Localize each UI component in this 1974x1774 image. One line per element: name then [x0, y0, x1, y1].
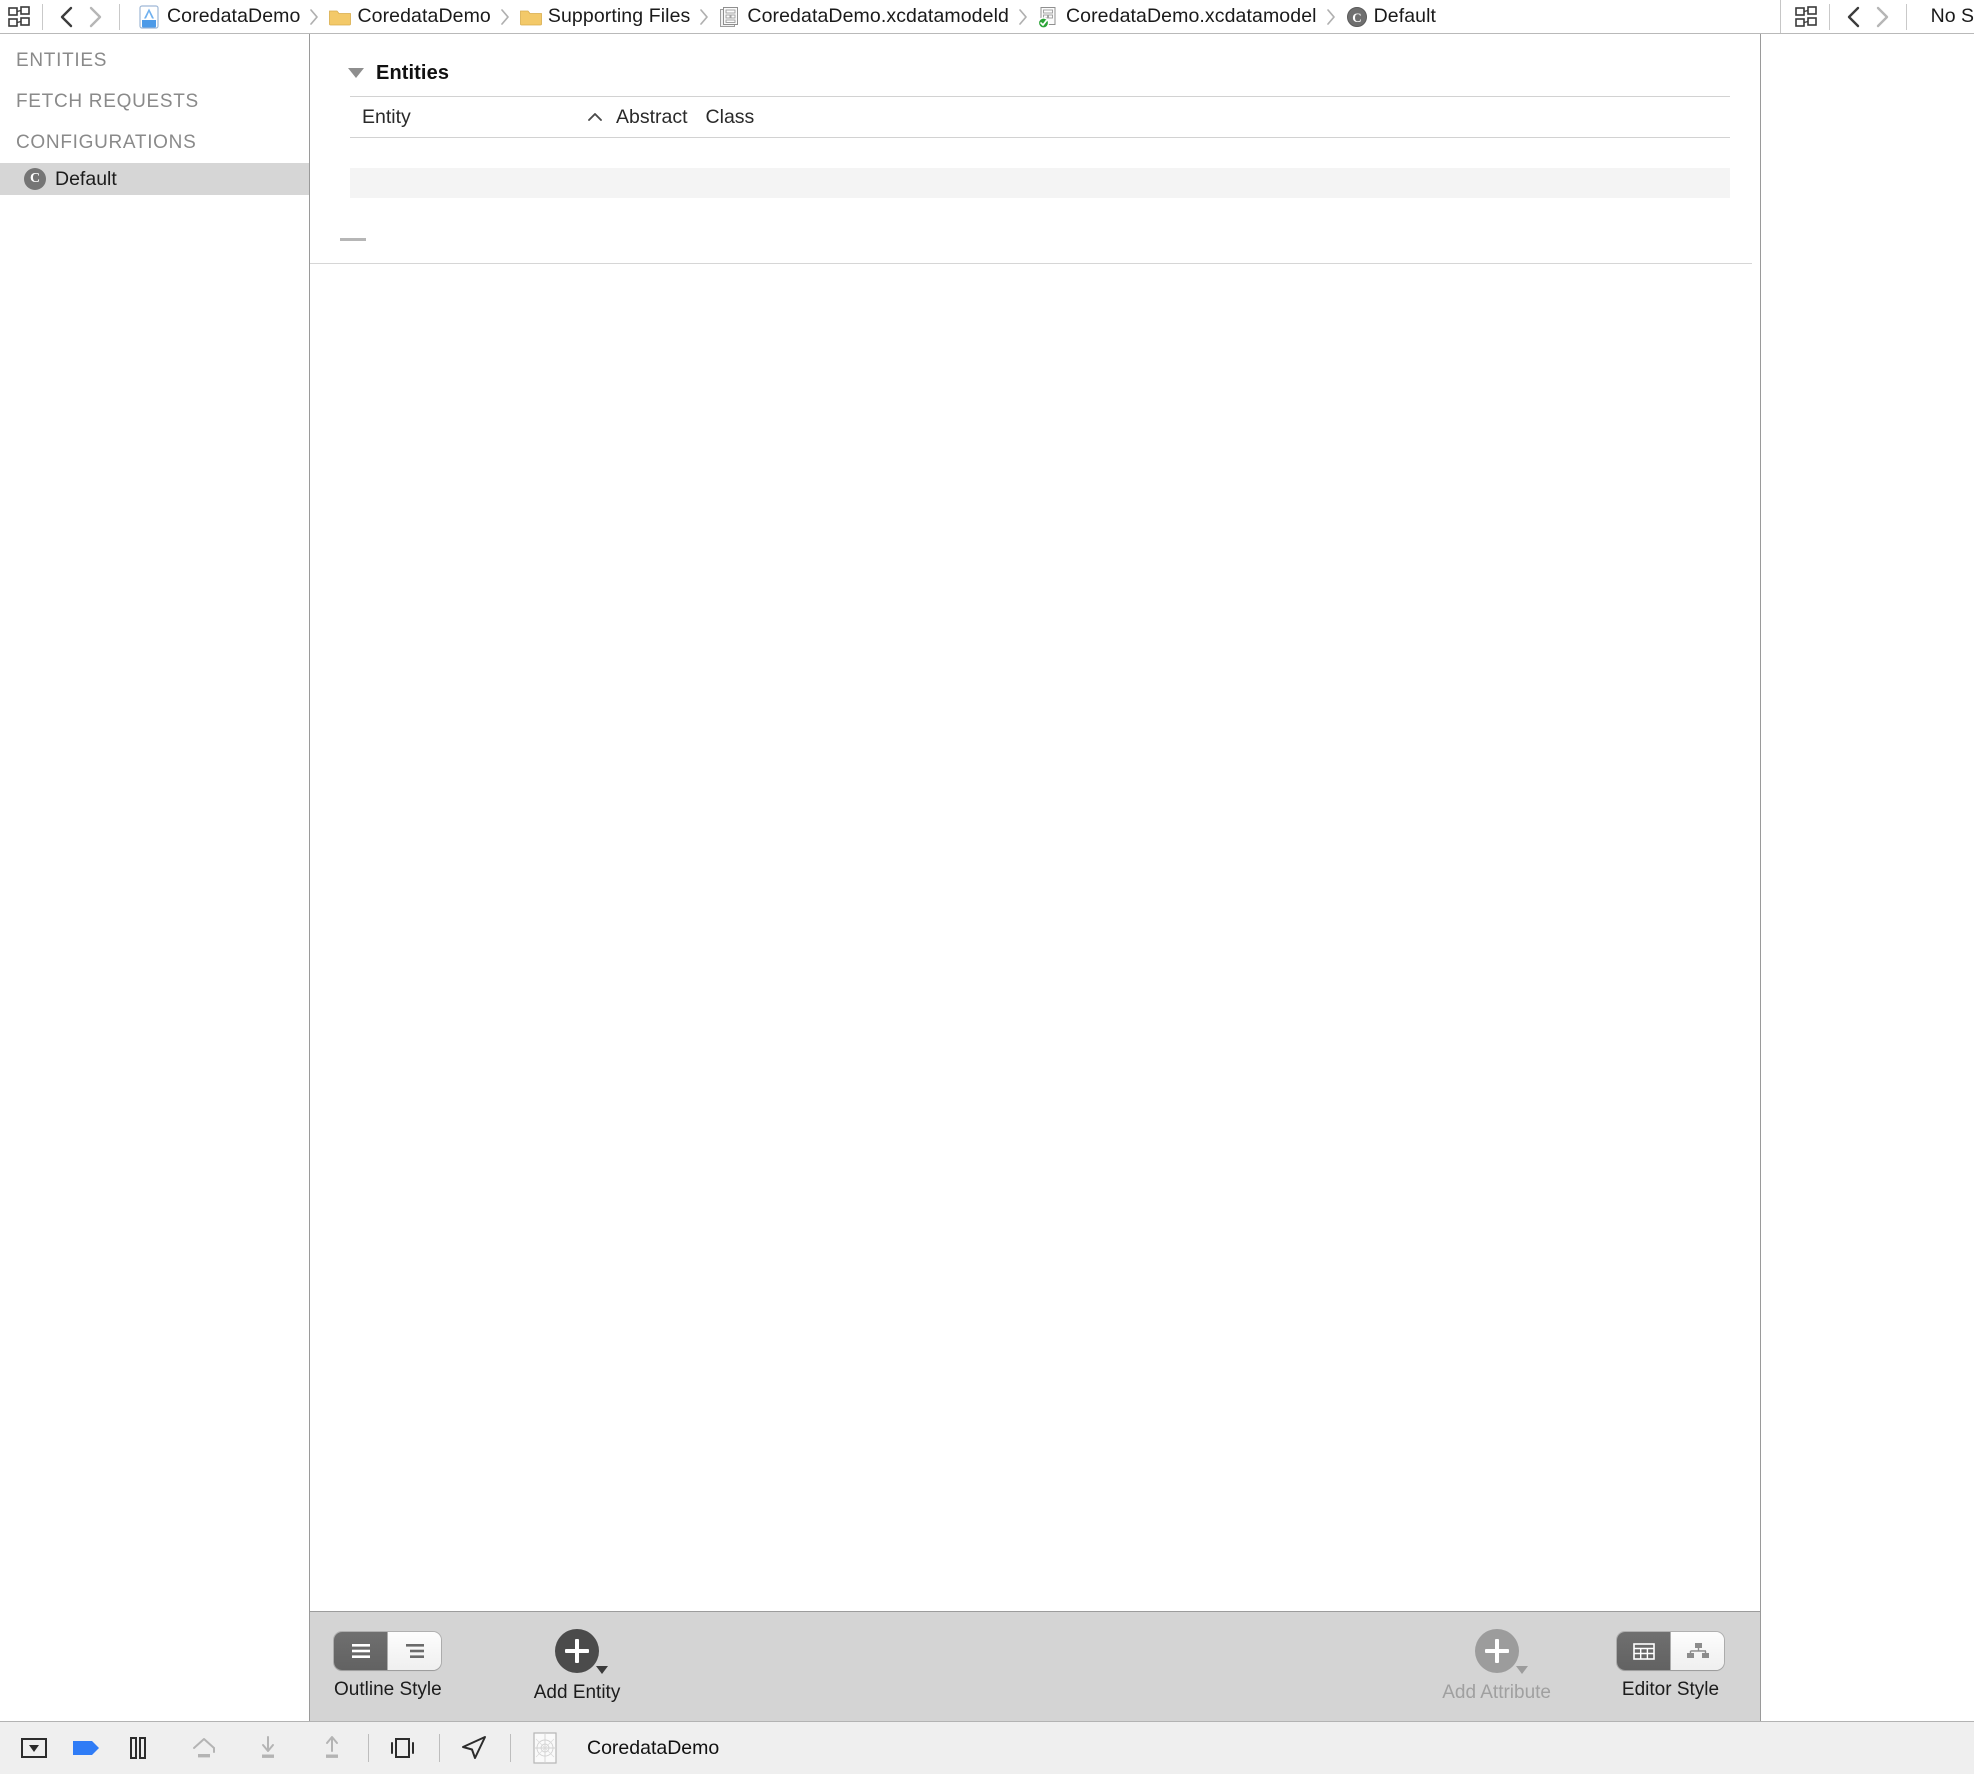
breadcrumb-item-default-configuration[interactable]: C Default: [1345, 0, 1437, 33]
entities-group-title: Entities: [376, 61, 450, 84]
back-button[interactable]: [53, 4, 81, 30]
hide-debug-area-icon[interactable]: [14, 1731, 54, 1765]
add-entity-label: Add Entity: [533, 1682, 621, 1703]
simulate-location-icon[interactable]: [454, 1731, 494, 1765]
breadcrumb-item-datamodel[interactable]: CoredataDemo.xcdatamodel: [1037, 0, 1317, 33]
section-resize-handle-icon[interactable]: [340, 238, 366, 241]
outline-item-label: Default: [55, 167, 117, 190]
chevron-down-icon[interactable]: [1515, 1666, 1528, 1674]
add-entity-control: Add Entity: [533, 1629, 621, 1704]
table-row[interactable]: [350, 168, 1730, 198]
related-items-icon[interactable]: [1794, 5, 1819, 28]
process-label: CoredataDemo: [587, 1736, 720, 1759]
entities-group-header[interactable]: Entities: [310, 50, 1760, 96]
add-attribute-label: Add Attribute: [1442, 1682, 1551, 1703]
jump-bar-divider-1: [42, 3, 43, 30]
breadcrumb-label: CoredataDemo.xcdatamodel: [1065, 5, 1317, 27]
outline-style-label: Outline Style: [334, 1679, 442, 1700]
configuration-icon: C: [24, 168, 46, 190]
editor-style-segmented-control[interactable]: [1617, 1632, 1724, 1670]
editor-style-label: Editor Style: [1621, 1679, 1720, 1700]
debug-bar-divider-2: [439, 1734, 440, 1762]
folder-icon: [328, 5, 352, 29]
jump-bar-divider-2: [119, 3, 120, 30]
section-divider: [310, 263, 1752, 264]
breadcrumb: CoredataDemo CoredataDemo Supporting Fil…: [138, 0, 1436, 33]
assistant-jump-bar: No S: [1779, 0, 1974, 33]
step-over-icon[interactable]: [184, 1731, 224, 1765]
plus-circle-icon[interactable]: [555, 1629, 600, 1673]
main-body: ENTITIES FETCH REQUESTS CONFIGURATIONS C…: [0, 34, 1974, 1721]
assistant-status-label: No S: [1930, 5, 1974, 27]
table-editor-icon[interactable]: [1617, 1632, 1670, 1670]
jump-bar: CoredataDemo CoredataDemo Supporting Fil…: [0, 0, 1974, 34]
add-attribute-button[interactable]: [1474, 1629, 1528, 1674]
assistant-jump-bar-divider-2: [1905, 3, 1907, 30]
table-row[interactable]: [350, 138, 1730, 168]
folder-icon: [519, 5, 542, 29]
breadcrumb-item-group[interactable]: CoredataDemo: [328, 0, 491, 33]
entities-table-header: Entity Abstract Class: [350, 96, 1730, 138]
outline-section-configurations[interactable]: CONFIGURATIONS: [0, 122, 309, 163]
assistant-forward-button[interactable]: [1868, 4, 1896, 30]
editor-style-control: Editor Style: [1617, 1632, 1724, 1701]
breadcrumb-label: CoredataDemo: [167, 5, 301, 27]
outline-style-control: Outline Style: [334, 1632, 442, 1701]
debug-bar-divider-3: [510, 1734, 511, 1762]
breadcrumb-label: Default: [1373, 5, 1437, 27]
chevron-down-icon[interactable]: [596, 1666, 609, 1674]
outline-section-entities[interactable]: ENTITIES: [0, 40, 309, 81]
breadcrumb-separator: [1018, 7, 1028, 27]
activate-breakpoints-icon[interactable]: [66, 1731, 106, 1765]
step-out-icon[interactable]: [312, 1731, 352, 1765]
breadcrumb-separator: [1326, 7, 1336, 27]
process-thumbnail-icon: [525, 1731, 565, 1765]
entities-table: Entity Abstract Class: [310, 96, 1760, 198]
datamodeld-icon: [718, 5, 740, 29]
breadcrumb-separator: [500, 7, 510, 27]
model-outline-sidebar: ENTITIES FETCH REQUESTS CONFIGURATIONS C…: [0, 34, 310, 1721]
add-entity-button[interactable]: [555, 1629, 609, 1674]
editor-bottom-toolbar: Outline Style Add Entity Add Attribute E…: [310, 1611, 1760, 1721]
outline-item-default-configuration[interactable]: C Default: [0, 163, 309, 195]
column-header-entity[interactable]: Entity: [362, 106, 582, 129]
debug-bar: CoredataDemo: [0, 1721, 1974, 1774]
breadcrumb-separator: [309, 7, 319, 27]
view-hierarchy-icon[interactable]: [383, 1731, 423, 1765]
hierarchical-list-icon[interactable]: [388, 1632, 442, 1670]
jump-bar-primary: CoredataDemo CoredataDemo Supporting Fil…: [0, 0, 1780, 33]
svg-text:C: C: [1352, 10, 1361, 25]
datamodel-checked-icon: [1037, 5, 1059, 29]
breadcrumb-item-supporting-files[interactable]: Supporting Files: [519, 0, 691, 33]
plus-circle-icon[interactable]: [1474, 1629, 1519, 1673]
related-items-icon[interactable]: [8, 5, 32, 28]
debug-bar-divider-1: [368, 1734, 369, 1762]
column-header-abstract[interactable]: Abstract: [616, 106, 688, 129]
disclosure-triangle-down-icon[interactable]: [348, 68, 364, 78]
column-header-class[interactable]: Class: [706, 106, 755, 129]
assistant-back-button[interactable]: [1840, 4, 1868, 30]
breadcrumb-separator: [699, 7, 709, 27]
breadcrumb-item-datamodeld[interactable]: CoredataDemo.xcdatamodeld: [718, 0, 1009, 33]
data-model-editor: Entities Entity Abstract Class Outline S…: [310, 34, 1760, 1721]
breadcrumb-item-project[interactable]: CoredataDemo: [138, 0, 300, 33]
flat-list-icon[interactable]: [334, 1632, 388, 1670]
assistant-jump-bar-divider: [1828, 3, 1830, 30]
utilities-inspector-panel: [1760, 34, 1974, 1721]
xcode-window: CoredataDemo CoredataDemo Supporting Fil…: [0, 0, 1974, 1774]
xcode-project-icon: [138, 4, 160, 29]
pause-icon[interactable]: [118, 1731, 158, 1765]
editor-content: Entities Entity Abstract Class: [310, 34, 1760, 1611]
step-into-icon[interactable]: [248, 1731, 288, 1765]
sort-ascending-caret-icon[interactable]: [582, 111, 608, 123]
breadcrumb-label: CoredataDemo.xcdatamodeld: [747, 5, 1009, 27]
add-attribute-control: Add Attribute: [1442, 1629, 1551, 1704]
breadcrumb-label: Supporting Files: [547, 5, 691, 27]
outline-style-segmented-control[interactable]: [334, 1632, 442, 1670]
outline-section-fetch-requests[interactable]: FETCH REQUESTS: [0, 81, 309, 122]
breadcrumb-label: CoredataDemo: [357, 5, 491, 27]
forward-button[interactable]: [81, 4, 109, 30]
configuration-icon: C: [1345, 5, 1367, 29]
graph-editor-icon[interactable]: [1671, 1632, 1724, 1670]
